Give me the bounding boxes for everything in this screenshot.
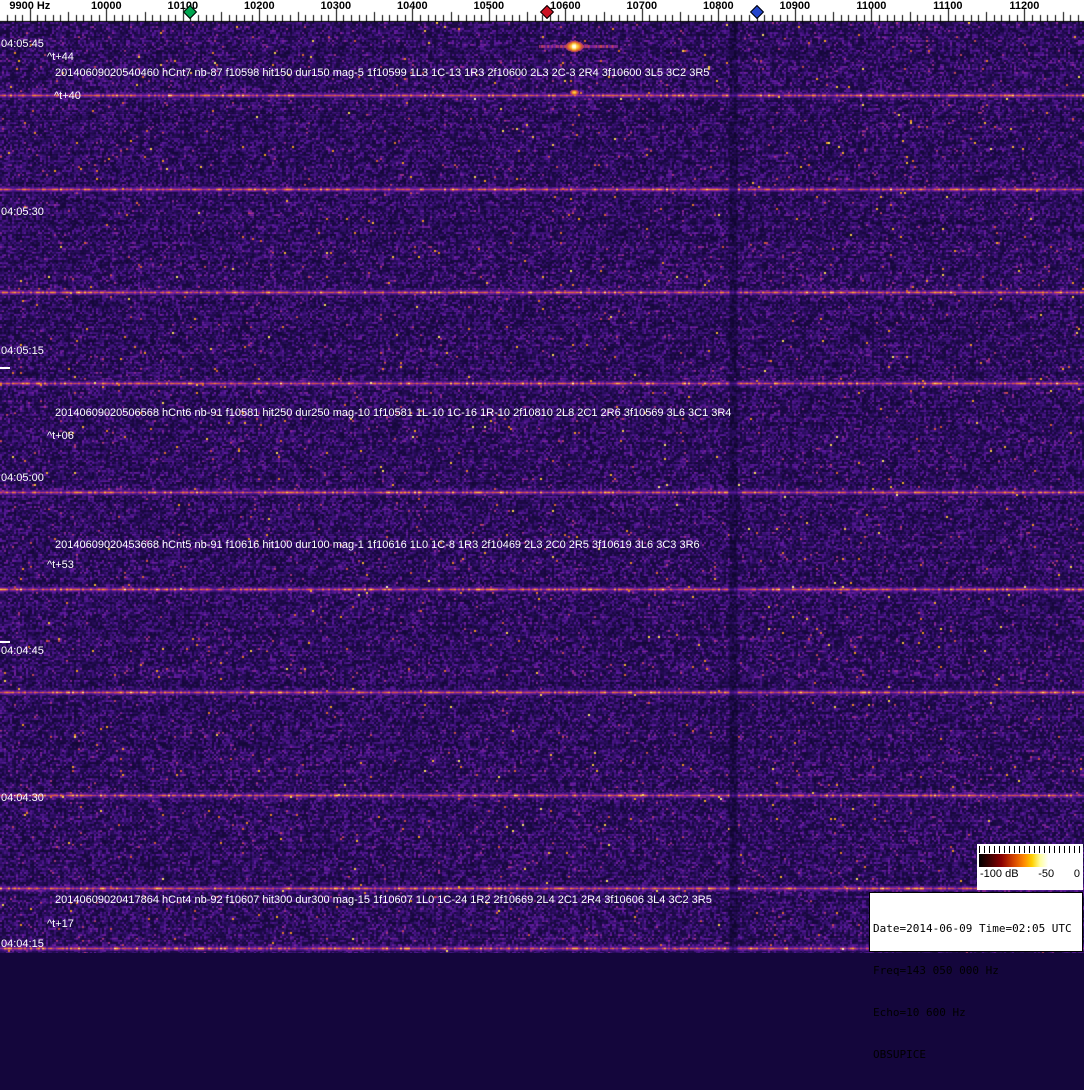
event-time-tag: ^t+44 [47, 51, 74, 63]
event-time-tag: ^t+17 [47, 918, 74, 930]
time-label: 04:05:30 [1, 206, 44, 218]
colorbar-label-min: -100 dB [980, 868, 1019, 880]
minute-tick [0, 367, 10, 369]
time-label: 04:04:30 [1, 792, 44, 804]
info-date-time: Date=2014-06-09 Time=02:05 UTC [873, 922, 1072, 935]
event-detail-text: 20140609020506568 hCnt6 nb-91 f10581 hit… [55, 407, 732, 419]
event-detail-text: 20140609020417864 hCnt4 nb-92 f10607 hit… [55, 894, 712, 906]
overlay-layer: 04:05:45 04:05:30 04:05:15 04:05:00 04:04:45… [0, 0, 1084, 1061]
info-station-name: OBSUPICE [873, 1048, 926, 1061]
colorbar: -100 dB -50 0 [977, 844, 1083, 890]
status-infobox: Date=2014-06-09 Time=02:05 UTC Freq=143 … [869, 892, 1083, 1061]
time-label: 04:05:15 [1, 345, 44, 357]
event-time-tag: ^t+06 [47, 430, 74, 442]
minute-tick [0, 641, 10, 643]
info-echo-frequency: Echo=10 600 Hz [873, 1006, 966, 1019]
event-time-tag: ^t+40 [54, 90, 81, 102]
time-label: 04:05:45 [1, 38, 44, 50]
time-label: 04:04:15 [1, 938, 44, 950]
info-frequency: Freq=143 050 000 Hz [873, 964, 999, 977]
colorbar-gradient [979, 854, 1081, 867]
colorbar-label-mid: -50 [1038, 868, 1055, 880]
colorbar-label-max: 0 [1073, 868, 1080, 880]
event-detail-text: 20140609020540460 hCnt7 nb-87 f10598 hit… [55, 67, 710, 79]
colorbar-labels: -100 dB -50 0 [979, 867, 1081, 880]
time-label: 04:05:00 [1, 472, 44, 484]
time-label: 04:04:45 [1, 645, 44, 657]
colorbar-ticks [979, 846, 1081, 853]
event-detail-text: 20140609020453668 hCnt5 nb-91 f10616 hit… [55, 539, 700, 551]
event-time-tag: ^t+53 [47, 559, 74, 571]
